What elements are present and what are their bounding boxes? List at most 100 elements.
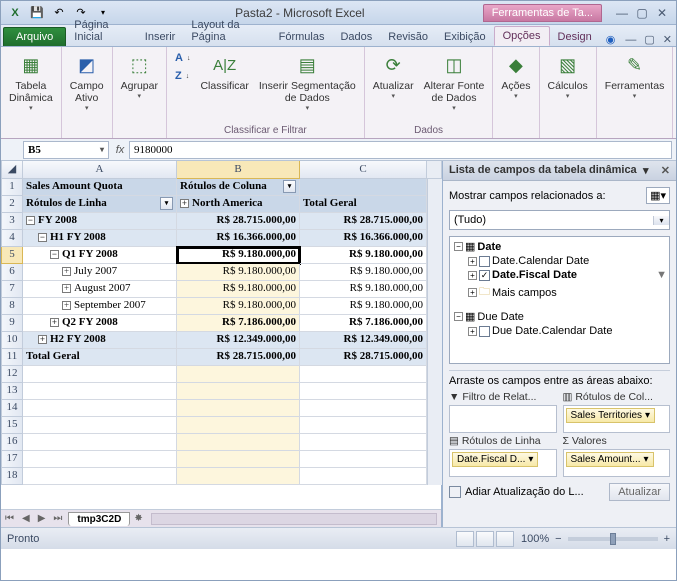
cell[interactable]: R$ 9.180.000,00	[300, 281, 427, 298]
cell[interactable]: −H1 FY 2008	[23, 230, 177, 247]
cell[interactable]	[177, 451, 300, 468]
row-header[interactable]: 12	[1, 366, 23, 383]
cell[interactable]	[23, 383, 177, 400]
row-header[interactable]: 4	[1, 230, 23, 247]
filter-icon[interactable]: ▼	[656, 269, 667, 281]
minimize-icon[interactable]: —	[614, 6, 630, 20]
cell[interactable]	[23, 434, 177, 451]
cell[interactable]	[300, 366, 427, 383]
select-all[interactable]: ◢	[1, 161, 23, 179]
cell[interactable]: +Q2 FY 2008	[23, 315, 177, 332]
cell[interactable]	[23, 366, 177, 383]
cell[interactable]	[177, 383, 300, 400]
tab-design[interactable]: Design	[550, 28, 600, 46]
tab-layout[interactable]: Layout da Página	[183, 16, 270, 46]
sort-button[interactable]: A|ZClassificar	[198, 50, 250, 94]
cell[interactable]: R$ 16.366.000,00	[177, 230, 300, 247]
hscroll[interactable]	[151, 513, 437, 525]
cell[interactable]	[177, 468, 300, 485]
view-pagebreak-icon[interactable]	[496, 531, 514, 547]
row-header[interactable]: 7	[1, 281, 23, 298]
cell[interactable]: R$ 9.180.000,00	[177, 281, 300, 298]
tab-file[interactable]: Arquivo	[3, 27, 66, 46]
expand-icon[interactable]: +	[468, 257, 477, 266]
active-field-button[interactable]: ◩Campo Ativo▾	[68, 50, 106, 114]
layout-icon[interactable]: ▦▾	[646, 187, 670, 204]
outline-toggle-icon[interactable]: +	[62, 301, 71, 310]
row-header[interactable]: 1	[1, 179, 23, 196]
row-header[interactable]: 5	[1, 247, 23, 264]
row-header[interactable]: 13	[1, 383, 23, 400]
cell[interactable]	[300, 434, 427, 451]
cell[interactable]: R$ 9.180.000,00	[300, 298, 427, 315]
cell[interactable]: −FY 2008	[23, 213, 177, 230]
cell[interactable]: +September 2007	[23, 298, 177, 315]
cell[interactable]	[177, 434, 300, 451]
row-header[interactable]: 9	[1, 315, 23, 332]
help-icon[interactable]: ◉	[600, 33, 622, 46]
cell[interactable]	[177, 366, 300, 383]
sort-az-button[interactable]: A↓	[173, 50, 192, 66]
cell[interactable]: Sales Amount Quota	[23, 179, 177, 196]
cell[interactable]: +North America	[177, 196, 300, 213]
cell[interactable]: −Q1 FY 2008	[23, 247, 177, 264]
cell[interactable]	[300, 383, 427, 400]
expand-icon[interactable]: +	[468, 327, 477, 336]
cell[interactable]	[300, 417, 427, 434]
tab-options[interactable]: Opções	[494, 26, 550, 46]
filter-dropdown-icon[interactable]: ▾	[160, 197, 173, 210]
cell[interactable]: R$ 7.186.000,00	[177, 315, 300, 332]
tools-button[interactable]: ✎Ferramentas▾	[603, 50, 667, 102]
cell[interactable]	[177, 417, 300, 434]
grid[interactable]: ◢ABC1Sales Amount QuotaRótulos de Coluna…	[1, 161, 441, 485]
outline-toggle-icon[interactable]: +	[50, 318, 59, 327]
row-header[interactable]: 8	[1, 298, 23, 315]
cell[interactable]	[23, 417, 177, 434]
outline-toggle-icon[interactable]: −	[38, 233, 47, 242]
maximize-icon[interactable]: ▢	[634, 6, 650, 20]
area-cols-box[interactable]: Sales Territories▾	[563, 405, 671, 433]
pivot-table-button[interactable]: ▦Tabela Dinâmica▾	[7, 50, 55, 114]
tab-insert[interactable]: Inserir	[137, 28, 184, 46]
chip-vals[interactable]: Sales Amount...▾	[566, 452, 654, 467]
new-sheet-icon[interactable]: ✸	[130, 513, 146, 524]
row-header[interactable]: 10	[1, 332, 23, 349]
save-icon[interactable]: 💾	[29, 5, 45, 21]
cell[interactable]	[300, 451, 427, 468]
sheet-nav-next-icon[interactable]: ▶	[34, 513, 50, 524]
formula-input[interactable]	[129, 141, 672, 159]
collapse-icon[interactable]: −	[454, 312, 463, 321]
cell[interactable]: R$ 9.180.000,00	[300, 264, 427, 281]
cell[interactable]: +August 2007	[23, 281, 177, 298]
cell[interactable]	[23, 468, 177, 485]
row-header[interactable]: 11	[1, 349, 23, 366]
area-rows-box[interactable]: Date.Fiscal D...▾	[449, 449, 557, 477]
sheet-tab[interactable]: tmp3C2D	[68, 512, 130, 526]
tab-formulas[interactable]: Fórmulas	[271, 28, 333, 46]
outline-toggle-icon[interactable]: −	[50, 250, 59, 259]
row-header[interactable]: 6	[1, 264, 23, 281]
cell[interactable]: Rótulos de Coluna▾	[177, 179, 300, 196]
filter-dropdown-icon[interactable]: ▾	[283, 180, 296, 193]
mdi-close-icon[interactable]: ✕	[659, 33, 676, 46]
cell[interactable]: R$ 28.715.000,00	[300, 349, 427, 366]
cell[interactable]	[23, 451, 177, 468]
panel-close-icon[interactable]: ✕	[661, 164, 670, 177]
zoom-level[interactable]: 100%	[521, 533, 549, 545]
zoom-out-icon[interactable]: −	[555, 533, 561, 545]
close-icon[interactable]: ✕	[654, 6, 670, 20]
cell[interactable]: R$ 9.180.000,00	[177, 264, 300, 281]
tab-review[interactable]: Revisão	[380, 28, 436, 46]
outline-toggle-icon[interactable]: +	[62, 284, 71, 293]
actions-button[interactable]: ◆Ações▾	[499, 50, 532, 102]
collapse-icon[interactable]: −	[454, 242, 463, 251]
zoom-in-icon[interactable]: +	[664, 533, 670, 545]
cell[interactable]: R$ 28.715.000,00	[300, 213, 427, 230]
cell[interactable]: Rótulos de Linha▾	[23, 196, 177, 213]
field-tree[interactable]: −▦Date +Date.Calendar Date +✓Date.Fiscal…	[449, 236, 670, 364]
expand-icon[interactable]: +	[468, 288, 477, 297]
expand-icon[interactable]: +	[468, 271, 477, 280]
row-header[interactable]: 16	[1, 434, 23, 451]
zoom-slider[interactable]	[568, 537, 658, 541]
defer-checkbox[interactable]	[449, 486, 461, 498]
